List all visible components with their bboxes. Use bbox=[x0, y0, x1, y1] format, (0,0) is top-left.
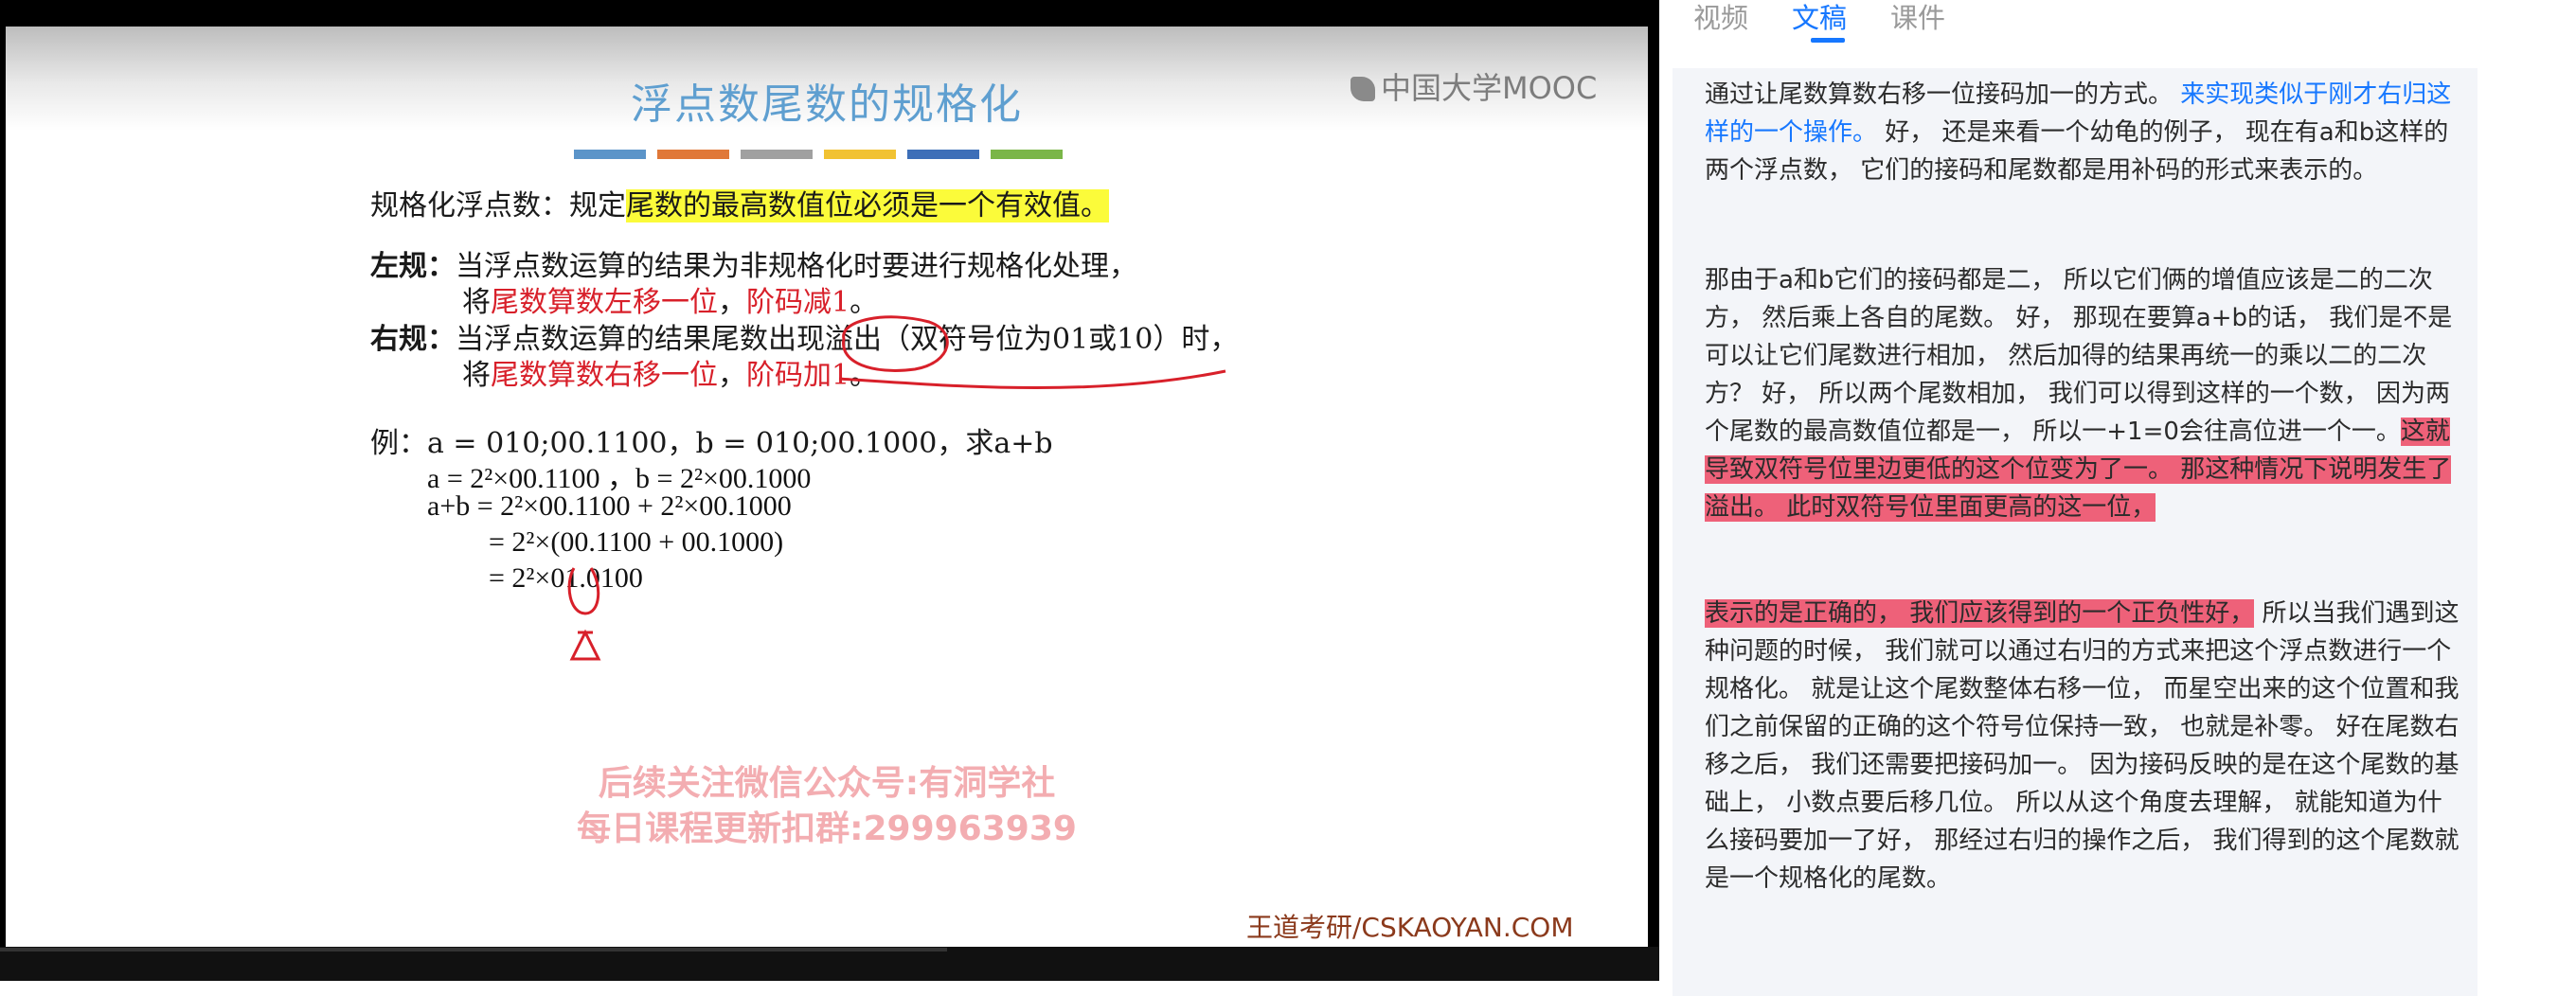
tab-courseware[interactable]: 课件 bbox=[1890, 0, 1945, 36]
tab-active-indicator bbox=[1811, 38, 1845, 43]
player-control-strip[interactable] bbox=[0, 947, 1659, 981]
video-progress-bar[interactable] bbox=[0, 948, 947, 952]
transcript-highlight-2: 表示的是正确的， 我们应该得到的一个正负性好， bbox=[1705, 599, 2255, 628]
transcript-paragraph-1[interactable]: 通过让尾数算数右移一位接码加一的方式。 来实现类似于刚才右归这样的一个操作。 好… bbox=[1705, 76, 2462, 189]
tab-video[interactable]: 视频 bbox=[1693, 0, 1748, 36]
transcript-paragraph-3[interactable]: 表示的是正确的， 我们应该得到的一个正负性好， 所以当我们遇到这种问题的时候， … bbox=[1705, 595, 2462, 898]
ink-circle-overflow bbox=[842, 315, 949, 372]
ink-delta-mark bbox=[569, 629, 601, 661]
lecture-slide: 浮点数尾数的规格化 中国大学MOOC 规格化浮点数：规定尾数的最高数值位必须是一… bbox=[6, 27, 1648, 947]
pen-annotations bbox=[567, 315, 1226, 661]
transcript-paragraph-2[interactable]: 那由于a和b它们的接码都是二， 所以它们俩的增值应该是二的二次方， 然后乘上各自… bbox=[1705, 261, 2462, 526]
video-player[interactable]: 浮点数尾数的规格化 中国大学MOOC 规格化浮点数：规定尾数的最高数值位必须是一… bbox=[0, 0, 1659, 981]
ink-circle-sign-bit bbox=[567, 567, 600, 615]
transcript-panel[interactable]: 通过让尾数算数右移一位接码加一的方式。 来实现类似于刚才右归这样的一个操作。 好… bbox=[1673, 68, 2478, 996]
side-panel: 视频 文稿 课件 通过让尾数算数右移一位接码加一的方式。 来实现类似于刚才右归这… bbox=[1659, 0, 2576, 996]
tab-transcript[interactable]: 文稿 bbox=[1792, 0, 1847, 36]
ink-underline-overflow bbox=[838, 369, 1226, 390]
